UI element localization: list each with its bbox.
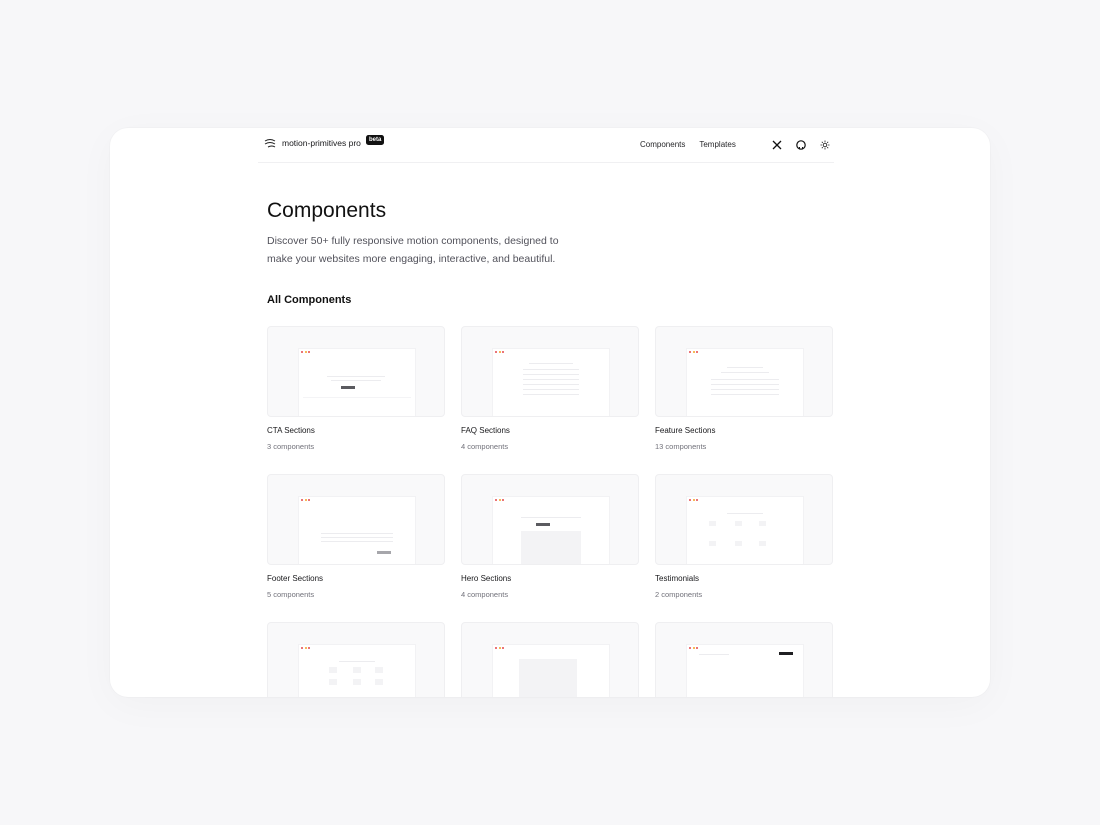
card-count: 5 components: [267, 590, 315, 599]
sun-icon[interactable]: [819, 139, 831, 151]
card-title: FAQ Sections: [461, 426, 510, 435]
card-row3-1[interactable]: [267, 622, 445, 697]
card-title: Footer Sections: [267, 574, 324, 583]
main-nav: Components Templates: [640, 140, 736, 149]
card-title: Testimonials: [655, 574, 700, 583]
card-count: 13 components: [655, 442, 707, 451]
card-thumbnail: [655, 622, 833, 697]
card-count: 4 components: [461, 442, 509, 451]
card-count: 2 components: [655, 590, 703, 599]
card-row3-3[interactable]: [655, 622, 833, 697]
nav-link-templates[interactable]: Templates: [699, 140, 735, 149]
card-faq-sections[interactable]: FAQ Sections 4 components: [461, 326, 639, 451]
card-thumbnail: [461, 474, 639, 565]
app-window: motion-primitives pro beta Components Te…: [110, 128, 990, 697]
card-thumbnail: [461, 326, 639, 417]
card-testimonials[interactable]: Testimonials 2 components: [655, 474, 833, 599]
card-feature-sections[interactable]: Feature Sections 13 components: [655, 326, 833, 451]
beta-badge: beta: [366, 135, 385, 145]
card-thumbnail: [267, 474, 445, 565]
x-logo-icon[interactable]: [771, 139, 783, 151]
page-description: Discover 50+ fully responsive motion com…: [267, 235, 559, 265]
card-footer-sections[interactable]: Footer Sections 5 components: [267, 474, 445, 599]
card-thumbnail: [461, 622, 639, 697]
card-title: Feature Sections: [655, 426, 716, 435]
card-thumbnail: [655, 326, 833, 417]
nav-link-components[interactable]: Components: [640, 140, 685, 149]
card-count: 4 components: [461, 590, 509, 599]
page-title: Components: [267, 199, 387, 222]
card-thumbnail: [267, 622, 445, 697]
brand-link[interactable]: motion-primitives pro: [264, 138, 361, 148]
top-nav: motion-primitives pro beta Components Te…: [258, 128, 834, 163]
card-title: Hero Sections: [461, 574, 512, 583]
github-icon[interactable]: [795, 139, 807, 151]
card-thumbnail: [655, 474, 833, 565]
brand-name: motion-primitives pro: [282, 138, 361, 148]
card-row3-2[interactable]: [461, 622, 639, 697]
section-title: All Components: [267, 294, 352, 306]
card-hero-sections[interactable]: Hero Sections 4 components: [461, 474, 639, 599]
card-cta-sections[interactable]: CTA Sections 3 components: [267, 326, 445, 451]
header-actions: [771, 139, 831, 151]
card-count: 3 components: [267, 442, 315, 451]
card-title: CTA Sections: [267, 426, 315, 435]
brand-logo-icon: [264, 139, 276, 148]
card-thumbnail: [267, 326, 445, 417]
